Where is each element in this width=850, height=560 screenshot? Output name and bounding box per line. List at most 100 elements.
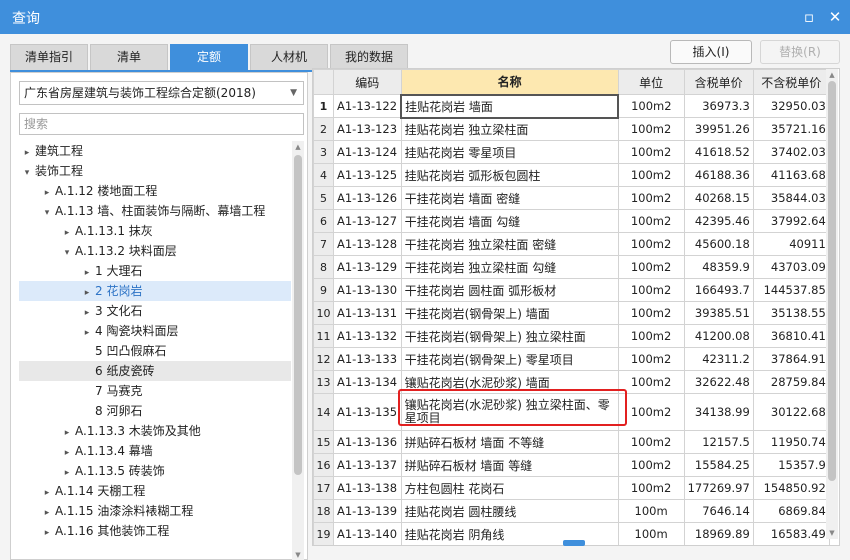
cell-price-notax[interactable]: 37402.03: [752, 140, 830, 164]
restore-icon[interactable]: ▫: [798, 6, 820, 28]
cell-code[interactable]: A1-13-124: [333, 140, 402, 164]
row-index[interactable]: 4: [313, 163, 334, 187]
cell-code[interactable]: A1-13-135: [333, 393, 402, 431]
row-index[interactable]: 5: [313, 186, 334, 210]
collapsed-arrow-icon[interactable]: ▸: [39, 483, 55, 503]
cell-name[interactable]: 干挂花岗岩(钢骨架上) 独立梁柱面: [400, 324, 619, 348]
tree-item[interactable]: ▸ A.1.14 天棚工程: [19, 481, 291, 501]
tab-bill-guide[interactable]: 清单指引: [10, 44, 88, 70]
tree-item[interactable]: ▸ A.1.13.1 抹灰: [19, 221, 291, 241]
cell-price-notax[interactable]: 41163.68: [752, 163, 830, 187]
grid-scroll-thumb[interactable]: [828, 81, 836, 481]
cell-price-tax[interactable]: 46188.36: [683, 163, 754, 187]
cell-name[interactable]: 干挂花岗岩 独立梁柱面 密缝: [400, 232, 619, 256]
cell-name[interactable]: 方柱包圆柱 花岗石: [400, 476, 619, 500]
row-index[interactable]: 16: [313, 453, 334, 477]
cell-name[interactable]: 干挂花岗岩 墙面 密缝: [400, 186, 619, 210]
tree-item[interactable]: ▾ A.1.13.2 块料面层: [19, 241, 291, 261]
cell-name[interactable]: 干挂花岗岩(钢骨架上) 墙面: [400, 301, 619, 325]
insert-button[interactable]: 插入(I): [670, 40, 752, 64]
cell-price-notax[interactable]: 36810.41: [752, 324, 830, 348]
collapsed-arrow-icon[interactable]: ▸: [79, 323, 95, 343]
cell-name[interactable]: 挂贴花岗岩 阴角线: [400, 522, 619, 545]
cell-code[interactable]: A1-13-125: [333, 163, 402, 187]
row-index[interactable]: 13: [313, 370, 334, 394]
row-index[interactable]: 18: [313, 499, 334, 523]
close-icon[interactable]: ✕: [824, 6, 846, 28]
row-index[interactable]: 6: [313, 209, 334, 233]
cell-unit[interactable]: 100m2: [617, 301, 685, 325]
row-index[interactable]: 15: [313, 430, 334, 454]
cell-name[interactable]: 干挂花岗岩 独立梁柱面 勾缝: [400, 255, 619, 279]
header-name[interactable]: 名称: [400, 69, 619, 95]
table-row[interactable]: 14 A1-13-135 镶贴花岗岩(水泥砂浆) 独立梁柱面、零星项目 100m2 34…: [313, 393, 830, 431]
cell-code[interactable]: A1-13-140: [333, 522, 402, 545]
cell-price-tax[interactable]: 177269.97: [683, 476, 754, 500]
cell-code[interactable]: A1-13-138: [333, 476, 402, 500]
row-index[interactable]: 11: [313, 324, 334, 348]
cell-unit[interactable]: 100m2: [617, 94, 685, 118]
tree-scrollbar[interactable]: ▲ ▼: [292, 141, 304, 560]
collapsed-arrow-icon[interactable]: ▸: [79, 263, 95, 283]
header-price-tax[interactable]: 含税单价: [683, 69, 754, 95]
cell-code[interactable]: A1-13-134: [333, 370, 402, 394]
cell-unit[interactable]: 100m2: [617, 347, 685, 371]
collapsed-arrow-icon[interactable]: ▸: [39, 183, 55, 203]
table-row[interactable]: 12 A1-13-133 干挂花岗岩(钢骨架上) 零星项目 100m2 42311.2 3…: [313, 347, 830, 371]
cell-price-tax[interactable]: 40268.15: [683, 186, 754, 210]
table-row[interactable]: 6 A1-13-127 干挂花岗岩 墙面 勾缝 100m2 42395.46 37992.…: [313, 209, 830, 233]
table-row[interactable]: 3 A1-13-124 挂贴花岗岩 零星项目 100m2 41618.52 37402.0…: [313, 140, 830, 164]
tree-item[interactable]: ▸ 4 陶瓷块料面层: [19, 321, 291, 341]
tab-bill[interactable]: 清单: [90, 44, 168, 70]
scroll-down-icon[interactable]: ▼: [826, 527, 838, 539]
cell-price-tax[interactable]: 18969.89: [683, 522, 754, 545]
row-index[interactable]: 1: [313, 94, 334, 118]
cell-unit[interactable]: 100m2: [617, 186, 685, 210]
tree-item[interactable]: 7 马赛克: [19, 381, 291, 401]
cell-price-notax[interactable]: 32950.03: [752, 94, 830, 118]
cell-price-tax[interactable]: 12157.5: [683, 430, 754, 454]
cell-unit[interactable]: 100m2: [617, 117, 685, 141]
tree-item[interactable]: ▾ 装饰工程: [19, 161, 291, 181]
cell-name[interactable]: 挂贴花岗岩 零星项目: [400, 140, 619, 164]
cell-price-tax[interactable]: 39385.51: [683, 301, 754, 325]
table-row[interactable]: 17 A1-13-138 方柱包圆柱 花岗石 100m2 177269.97 154850…: [313, 476, 830, 500]
tree-item[interactable]: ▸ A.1.13.5 砖装饰: [19, 461, 291, 481]
cell-code[interactable]: A1-13-123: [333, 117, 402, 141]
scroll-up-icon[interactable]: ▲: [826, 69, 838, 81]
cell-price-notax[interactable]: 43703.09: [752, 255, 830, 279]
collapsed-arrow-icon[interactable]: ▸: [59, 423, 75, 443]
row-index[interactable]: 7: [313, 232, 334, 256]
scroll-up-icon[interactable]: ▲: [292, 141, 304, 153]
cell-code[interactable]: A1-13-127: [333, 209, 402, 233]
cell-unit[interactable]: 100m2: [617, 140, 685, 164]
collapsed-arrow-icon[interactable]: ▸: [19, 143, 35, 163]
cell-unit[interactable]: 100m2: [617, 255, 685, 279]
cell-name[interactable]: 干挂花岗岩 墙面 勾缝: [400, 209, 619, 233]
row-index[interactable]: 10: [313, 301, 334, 325]
cell-price-notax[interactable]: 154850.92: [752, 476, 830, 500]
cell-price-notax[interactable]: 37992.64: [752, 209, 830, 233]
table-row[interactable]: 5 A1-13-126 干挂花岗岩 墙面 密缝 100m2 40268.15 35844.…: [313, 186, 830, 210]
tree-item[interactable]: ▾ A.1.13 墙、柱面装饰与隔断、幕墙工程: [19, 201, 291, 221]
replace-button[interactable]: 替换(R): [760, 40, 840, 64]
tree-item[interactable]: ▸ A.1.13.4 幕墙: [19, 441, 291, 461]
tree-item[interactable]: 6 纸皮瓷砖: [19, 361, 291, 381]
cell-unit[interactable]: 100m2: [617, 232, 685, 256]
cell-price-tax[interactable]: 15584.25: [683, 453, 754, 477]
tab-quota[interactable]: 定额: [170, 44, 248, 70]
cell-price-tax[interactable]: 41618.52: [683, 140, 754, 164]
cell-code[interactable]: A1-13-132: [333, 324, 402, 348]
header-code[interactable]: 编码: [333, 69, 402, 95]
tree-item[interactable]: ▸ A.1.12 楼地面工程: [19, 181, 291, 201]
library-select[interactable]: 广东省房屋建筑与装饰工程综合定额(2018) ▼: [19, 81, 304, 105]
table-row[interactable]: 8 A1-13-129 干挂花岗岩 独立梁柱面 勾缝 100m2 48359.9 4370…: [313, 255, 830, 279]
header-price-notax[interactable]: 不含税单价: [752, 69, 830, 95]
cell-name[interactable]: 镶贴花岗岩(水泥砂浆) 独立梁柱面、零星项目: [400, 393, 619, 431]
tree-item[interactable]: ▸ 3 文化石: [19, 301, 291, 321]
cell-price-notax[interactable]: 35138.55: [752, 301, 830, 325]
cell-price-notax[interactable]: 40911: [752, 232, 830, 256]
table-row[interactable]: 2 A1-13-123 挂贴花岗岩 独立梁柱面 100m2 39951.26 35721.…: [313, 117, 830, 141]
cell-unit[interactable]: 100m: [617, 522, 685, 545]
cell-code[interactable]: A1-13-130: [333, 278, 402, 302]
